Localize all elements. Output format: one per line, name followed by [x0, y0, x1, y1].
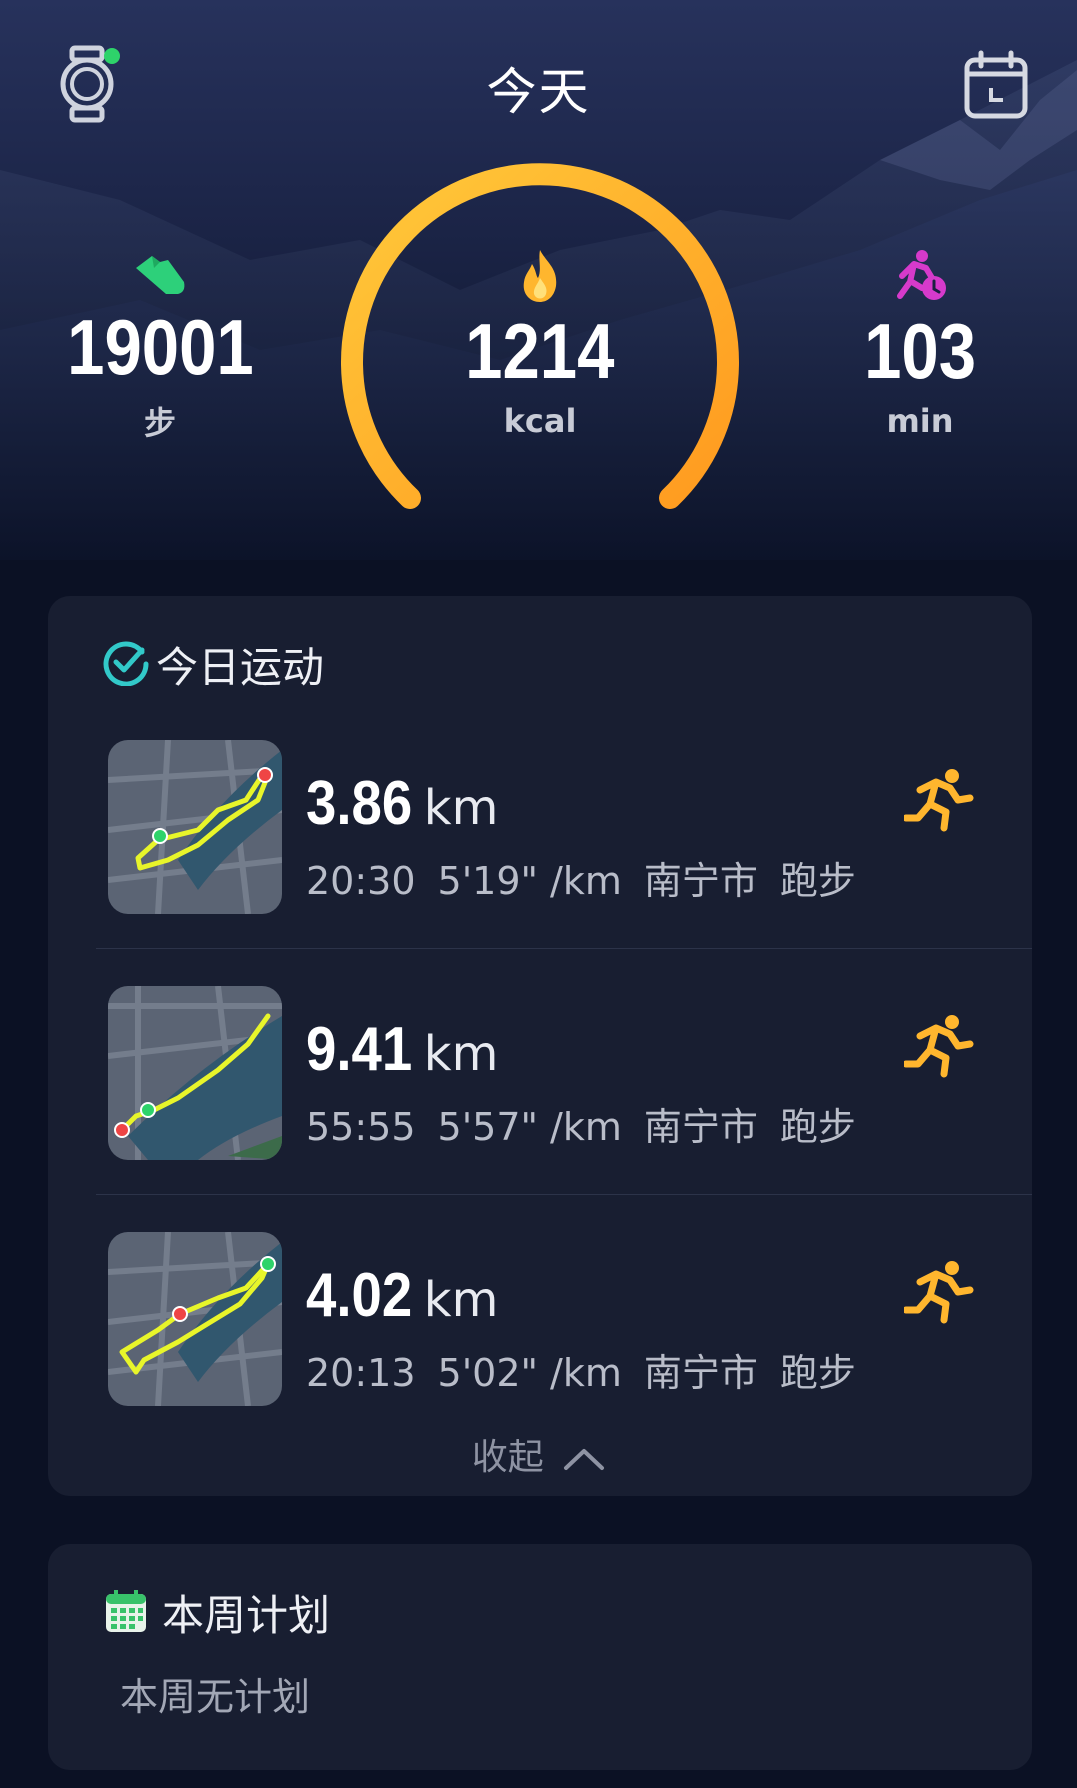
- active-minutes-value: 103: [864, 307, 976, 395]
- divider: [96, 948, 1032, 949]
- running-icon: [902, 1260, 976, 1328]
- weekly-plan-card[interactable]: [48, 1544, 1032, 1770]
- activity-row[interactable]: 3.86 km 20:30 5'19" /km 南宁市 跑步: [48, 740, 1032, 986]
- route-map-thumbnail: [108, 986, 282, 1160]
- calories-unit: kcal: [503, 402, 577, 440]
- page-title: 今天: [486, 63, 591, 121]
- steps-metric[interactable]: 19001 步: [40, 248, 280, 444]
- activity-type: 跑步: [779, 859, 856, 903]
- running-icon: [902, 768, 976, 836]
- active-minutes-unit: min: [886, 402, 954, 440]
- distance-unit: km: [423, 780, 499, 836]
- activity-row[interactable]: 9.41 km 55:55 5'57" /km 南宁市 跑步: [48, 986, 1032, 1232]
- steps-value: 19001: [66, 303, 254, 391]
- pace: 5'02" /km: [437, 1351, 622, 1395]
- steps-unit: 步: [143, 404, 176, 442]
- active-minutes-metric[interactable]: 103 min: [800, 248, 1040, 440]
- flame-icon: [523, 250, 557, 302]
- shoe-icon: [136, 256, 185, 294]
- activity-details: 20:13 5'02" /km 南宁市 跑步: [306, 1342, 878, 1397]
- duration: 20:13: [306, 1351, 416, 1395]
- activity-type: 跑步: [779, 1351, 856, 1395]
- duration: 55:55: [306, 1105, 416, 1149]
- city: 南宁市: [643, 1105, 758, 1149]
- pace: 5'19" /km: [437, 859, 622, 903]
- calories-metric[interactable]: 1214 kcal: [420, 248, 660, 440]
- collapse-button[interactable]: 收起: [0, 1428, 1077, 1480]
- city: 南宁市: [643, 1351, 758, 1395]
- distance-unit: km: [423, 1026, 499, 1082]
- collapse-label: 收起: [471, 1437, 544, 1478]
- calendar-icon[interactable]: [963, 50, 1029, 124]
- today-activities-title: 今日运动: [156, 643, 325, 692]
- distance-value: 3.86: [306, 769, 413, 838]
- distance-value: 9.41: [306, 1015, 413, 1084]
- distance-value: 4.02: [306, 1261, 413, 1330]
- activity-details: 20:30 5'19" /km 南宁市 跑步: [306, 850, 878, 905]
- route-map-thumbnail: [108, 1232, 282, 1406]
- calories-value: 1214: [465, 307, 615, 395]
- city: 南宁市: [643, 859, 758, 903]
- running-icon: [902, 1014, 976, 1082]
- weekly-plan-empty-text: 本周无计划: [120, 1675, 311, 1719]
- activity-type: 跑步: [779, 1105, 856, 1149]
- activity-details: 55:55 5'57" /km 南宁市 跑步: [306, 1096, 878, 1151]
- divider: [96, 1194, 1032, 1195]
- pace: 5'57" /km: [437, 1105, 622, 1149]
- calendar-grid-icon: [106, 1590, 146, 1636]
- weekly-plan-title: 本周计划: [162, 1591, 331, 1640]
- check-circle-icon: [102, 638, 150, 690]
- duration: 20:30: [306, 859, 416, 903]
- route-map-thumbnail: [108, 740, 282, 914]
- chevron-up-icon: [564, 1449, 605, 1470]
- distance-unit: km: [423, 1272, 499, 1328]
- running-clock-icon: [897, 250, 946, 300]
